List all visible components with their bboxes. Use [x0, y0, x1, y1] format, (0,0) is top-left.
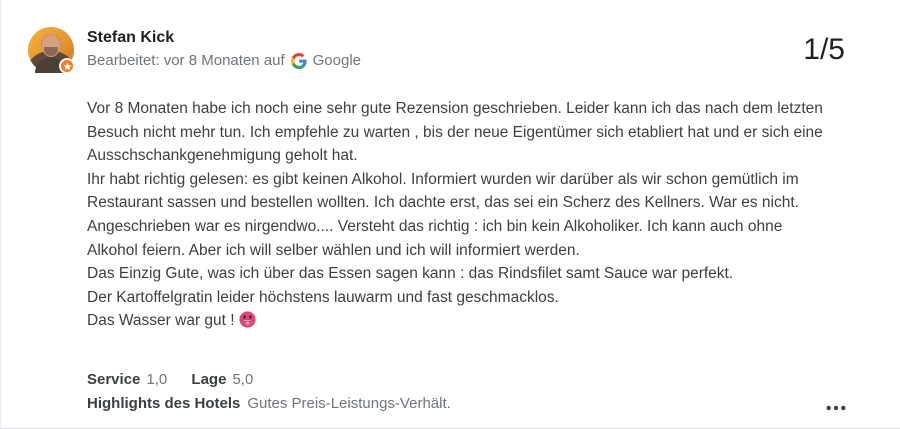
- review-meta: Bearbeitet: vor 8 Monaten auf Google: [87, 52, 361, 69]
- more-options-button[interactable]: [824, 398, 848, 418]
- review-paragraph: Das Einzig Gute, was ich über das Essen …: [87, 265, 734, 283]
- google-g-icon: [290, 52, 307, 69]
- review-text: Vor 8 Monaten habe ich noch eine sehr gu…: [87, 97, 827, 333]
- review-card: Stefan Kick Bearbeitet: vor 8 Monaten au…: [0, 0, 900, 429]
- hotel-highlights: Highlights des Hotels Gutes Preis-Leistun…: [87, 395, 451, 412]
- highlights-label: Highlights des Hotels: [87, 395, 241, 412]
- source-label: Google: [312, 52, 361, 69]
- photo-counter: 1/5: [803, 33, 845, 66]
- review-paragraph: Das Wasser war gut !: [87, 312, 235, 330]
- highlights-value: Gutes Preis-Leistungs-Verhält.: [247, 395, 451, 412]
- service-rating-label: Service: [87, 371, 141, 388]
- star-icon: [62, 61, 72, 70]
- review-paragraph-last: Das Wasser war gut !: [87, 309, 827, 333]
- local-guide-badge-icon: [59, 58, 75, 74]
- review-paragraph: Ihr habt richtig gelesen: es gibt keinen…: [87, 170, 799, 259]
- review-paragraph: Vor 8 Monaten habe ich noch eine sehr gu…: [87, 100, 823, 165]
- location-rating-label: Lage: [191, 371, 227, 388]
- reviewer-name[interactable]: Stefan Kick: [87, 29, 174, 47]
- service-rating-value: 1,0: [146, 371, 168, 388]
- grinning-tongue-emoji-icon: [239, 311, 256, 328]
- edited-timestamp: Bearbeitet: vor 8 Monaten auf: [87, 52, 285, 69]
- review-paragraph: Der Kartoffelgratin leider höchstens lau…: [87, 288, 559, 306]
- sub-ratings: Service 1,0 Lage 5,0: [87, 371, 273, 388]
- more-horizontal-icon: [826, 405, 846, 411]
- location-rating-value: 5,0: [232, 371, 254, 388]
